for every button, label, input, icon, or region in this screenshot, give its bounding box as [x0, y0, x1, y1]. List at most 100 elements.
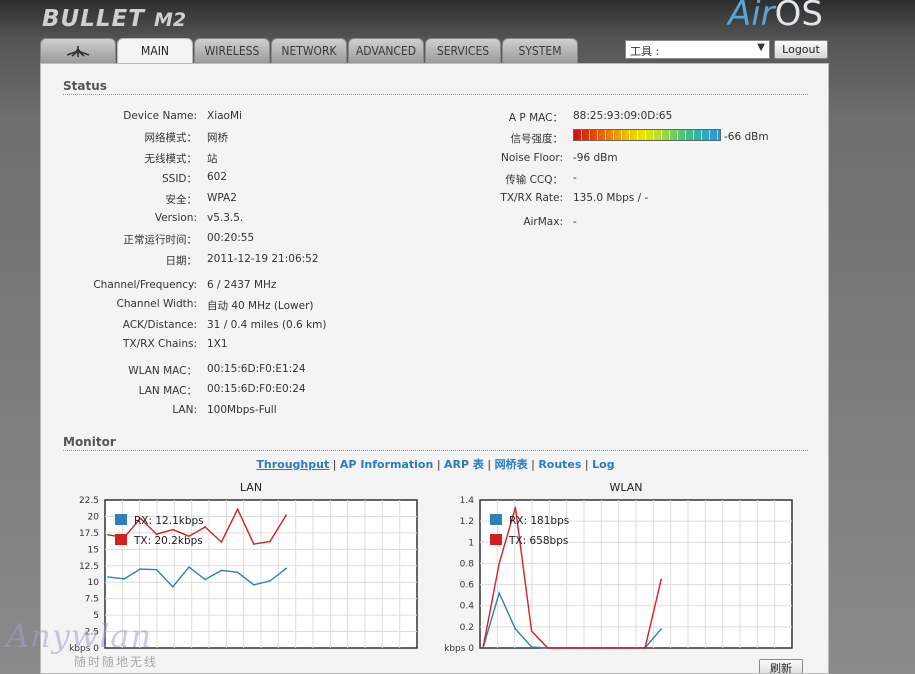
monitor-divider	[63, 450, 808, 451]
refresh-button[interactable]: 刷新	[759, 659, 803, 673]
y-tick-label: 0.4	[460, 602, 475, 612]
data-point	[595, 647, 598, 649]
legend-label: TX: 20.2kbps	[133, 535, 203, 547]
watermark-logo: Anywlan	[6, 617, 153, 655]
legend-label: RX: 181bps	[509, 515, 569, 527]
data-point	[236, 571, 239, 574]
status-label: ACK/Distance:	[122, 319, 197, 331]
y-tick-label: 7.5	[85, 595, 99, 605]
y-tick-label: kbps 0	[444, 644, 474, 653]
tab-system[interactable]: SYSTEM	[502, 38, 578, 63]
status-title: Status	[63, 79, 107, 93]
legend-swatch	[490, 514, 502, 525]
status-value: 00:15:6D:F0:E1:24	[207, 363, 306, 375]
tab-advanced[interactable]: ADVANCED	[348, 38, 424, 63]
status-value: v5.3.5.	[207, 212, 244, 224]
tab-wireless[interactable]: WIRELESS	[194, 38, 270, 63]
data-point	[139, 568, 142, 570]
y-tick-label: 22.5	[79, 496, 99, 506]
status-value: -	[573, 216, 577, 228]
legend-swatch	[490, 534, 502, 545]
legend-label: RX: 12.1kbps	[134, 515, 204, 527]
status-value: 602	[207, 171, 228, 183]
data-point	[611, 647, 614, 649]
data-point	[285, 567, 287, 570]
data-point	[204, 578, 206, 581]
data-point	[285, 514, 287, 516]
link-ap-information[interactable]: AP Information	[340, 458, 433, 471]
signal-strength-value: -66 dBm	[724, 131, 769, 143]
data-point	[253, 584, 255, 586]
data-point	[269, 540, 271, 543]
status-label: 正常运行时间：	[123, 234, 198, 246]
chart-title: LAN	[240, 481, 262, 494]
data-point	[204, 526, 206, 528]
main-panel: Status Device Name: XiaoMi 网络模式： 网桥 无线模式： 站 SS…	[40, 63, 829, 674]
status-label: Noise Floor:	[501, 152, 563, 164]
status-label: AirMax:	[523, 216, 563, 228]
data-point	[563, 647, 565, 649]
status-value: 1X1	[207, 338, 228, 350]
tab-main[interactable]: MAIN	[117, 38, 193, 64]
data-point	[220, 541, 223, 543]
legend-swatch	[115, 534, 127, 545]
data-point	[172, 528, 174, 531]
status-value: XiaoMi	[207, 110, 242, 122]
y-tick-label: 12.5	[79, 562, 99, 572]
y-tick-label: 0.6	[460, 581, 475, 591]
status-value: 站	[207, 153, 218, 165]
link-bridge-table[interactable]: 网桥表	[495, 458, 528, 471]
tab-network[interactable]: NETWORK	[271, 38, 347, 63]
airos-suffix: OS	[774, 0, 823, 34]
status-value: WPA2	[207, 192, 237, 204]
status-label: 网络模式：	[144, 132, 198, 144]
data-point	[269, 580, 271, 582]
status-label: TX/RX Chains:	[123, 338, 197, 350]
tools-select[interactable]: 工具 : ▼	[625, 40, 770, 59]
wlan-chart: WLAN kbps 0 0.2 0.4 0.6 0.8 1 1.2 1.4 RX: 181bps T…	[444, 481, 793, 653]
status-divider	[63, 94, 808, 95]
tab-services[interactable]: SERVICES	[425, 38, 501, 63]
y-tick-label: 1	[468, 538, 474, 548]
status-label: SSID：	[161, 173, 197, 185]
data-point	[482, 647, 484, 649]
link-arp-table[interactable]: ARP 表	[444, 458, 484, 471]
data-point	[514, 506, 517, 509]
data-point	[172, 586, 174, 588]
logout-button[interactable]: Logout	[774, 40, 828, 59]
data-point	[220, 569, 223, 572]
data-point	[253, 543, 255, 545]
y-tick-label: 1.4	[460, 496, 475, 506]
airos-prefix: Air	[727, 0, 775, 34]
status-label: LAN MAC：	[138, 385, 197, 397]
status-label: Version:	[154, 212, 197, 224]
status-label: Channel/Frequency:	[93, 279, 197, 291]
data-point	[579, 647, 581, 649]
tab-ubnt-logo[interactable]	[40, 38, 116, 63]
status-label: Channel Width:	[116, 298, 198, 310]
link-throughput[interactable]: Throughput	[256, 458, 329, 471]
status-value: -96 dBm	[573, 152, 618, 164]
data-point	[123, 578, 125, 580]
status-label: Device Name:	[123, 110, 197, 122]
y-tick-label: 17.5	[79, 529, 99, 539]
data-point	[498, 562, 500, 565]
y-tick-label: 15	[88, 545, 99, 555]
status-value: 31 / 0.4 miles (0.6 km)	[207, 319, 327, 331]
link-routes[interactable]: Routes	[538, 458, 581, 471]
signal-strength-bar	[573, 129, 721, 141]
status-value: 网桥	[207, 132, 228, 144]
legend-swatch	[115, 514, 127, 525]
status-label: 传输 CCQ：	[505, 174, 563, 186]
y-tick-label: 10	[88, 578, 100, 588]
y-tick-label: 0.2	[460, 623, 474, 633]
status-label: WLAN MAC：	[128, 365, 197, 377]
watermark-subtitle: 随时随地无线	[74, 655, 159, 669]
status-value: 00:20:55	[207, 232, 255, 244]
data-point	[660, 578, 662, 581]
monitor-links: Throughput | AP Information | ARP 表 | 网桥…	[256, 458, 615, 471]
status-value: 100Mbps-Full	[207, 404, 277, 416]
bullet-m2-logo: BULLET M2	[42, 6, 186, 32]
airos-logo: AirOS	[728, 0, 823, 34]
link-log[interactable]: Log	[592, 458, 614, 471]
